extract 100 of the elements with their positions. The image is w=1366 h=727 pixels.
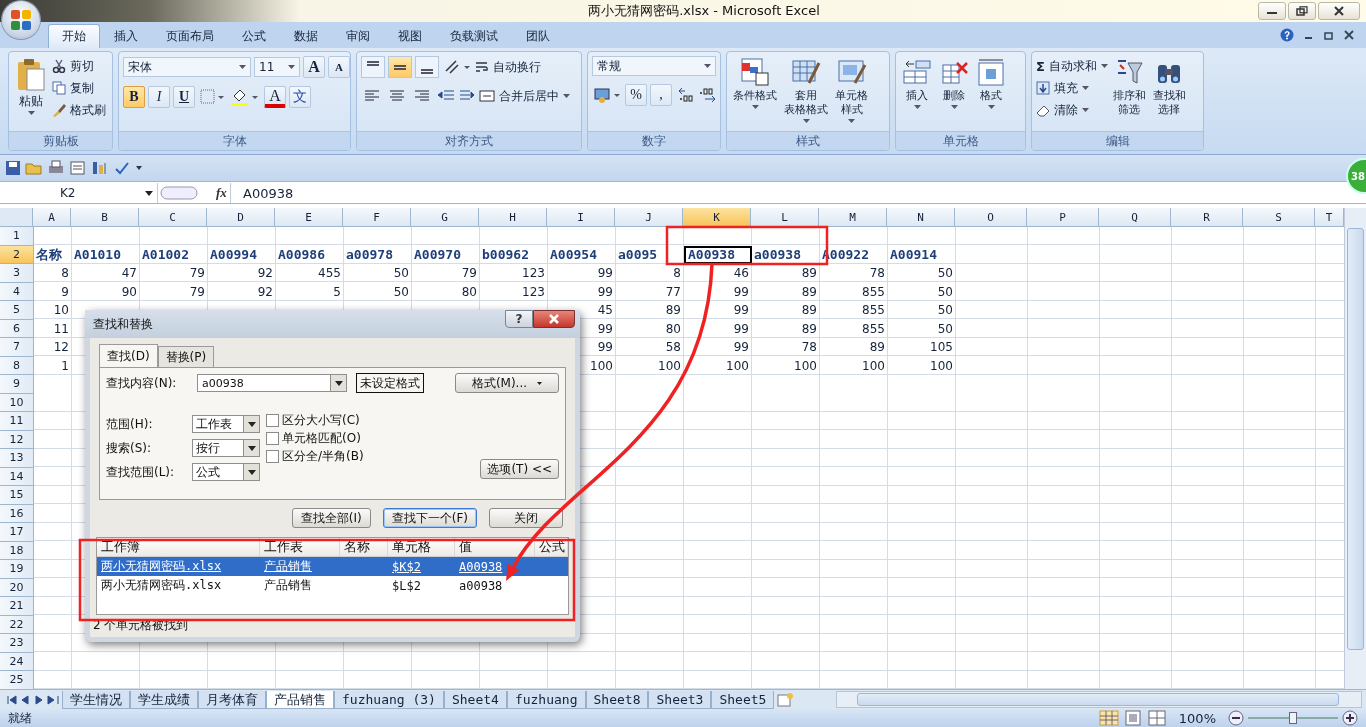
result-row[interactable]: 两小无猜网密码.xlsx 产品销售 $L$2 a00938 (97, 576, 568, 595)
horizontal-scrollbar[interactable] (836, 691, 1362, 708)
align-icon[interactable] (388, 56, 412, 78)
ribbon-tab[interactable]: 开始 (48, 24, 100, 48)
column-header[interactable]: 工作簿 (97, 538, 260, 556)
sheet-tab[interactable]: fuzhuang (3) (334, 690, 444, 709)
row-header[interactable]: 19 (0, 560, 34, 579)
fill-bucket-icon[interactable] (229, 87, 261, 107)
sheet-tab[interactable]: 学生成绩 (130, 690, 198, 709)
scroll-thumb[interactable] (857, 693, 1340, 706)
phonetic-button[interactable]: 文 (289, 86, 311, 108)
font-name-field[interactable]: 宋体 (123, 57, 251, 77)
dialog-button[interactable]: 关闭 (489, 508, 563, 528)
column-header[interactable]: N (887, 208, 955, 227)
column-header[interactable]: 工作表 (260, 538, 340, 556)
slider-thumb[interactable] (1289, 712, 1297, 724)
italic-button[interactable]: I (148, 86, 170, 108)
ribbon-button[interactable]: 插入 (900, 56, 934, 110)
ribbon-tab[interactable]: 公式 (228, 24, 280, 48)
ribbon-tab[interactable]: 数据 (280, 24, 332, 48)
column-header[interactable]: A (33, 208, 71, 227)
bold-button[interactable]: B (123, 86, 145, 108)
clipboard-action[interactable]: 格式刷 (52, 100, 106, 120)
scroll-thumb[interactable] (1347, 228, 1364, 650)
sheet-tab[interactable]: 产品销售 (266, 690, 334, 709)
caret-icon[interactable] (135, 165, 143, 171)
paste-button[interactable]: 粘贴 (13, 56, 49, 117)
page-break-icon[interactable] (1146, 710, 1167, 726)
ribbon-tab[interactable]: 审阅 (332, 24, 384, 48)
column-header[interactable]: J (615, 208, 683, 227)
column-header[interactable]: T (1315, 208, 1344, 227)
align-icon[interactable] (361, 56, 385, 78)
sheet-tab[interactable]: Sheet3 (648, 690, 712, 709)
ribbon-button[interactable]: 排序和 筛选 (1110, 56, 1148, 118)
sheet-tab[interactable]: 月考体育 (198, 690, 266, 709)
column-header[interactable]: D (207, 208, 275, 227)
save-icon[interactable] (5, 160, 21, 176)
editing-action[interactable]: 清除 (1036, 100, 1108, 120)
dropdown-field[interactable]: 工作表 (192, 415, 260, 433)
row-header[interactable]: 1 (0, 227, 34, 246)
dialog-button[interactable]: 查找下一个(F) (382, 508, 477, 528)
font-color-button[interactable]: A (264, 86, 286, 108)
column-header[interactable]: Q (1099, 208, 1171, 227)
merge-center-button[interactable]: 合并后居中 (479, 86, 570, 106)
preview-icon[interactable] (69, 160, 87, 176)
row-header[interactable]: 13 (0, 449, 34, 468)
find-field[interactable]: a00938 (197, 374, 347, 392)
wrap-text-button[interactable]: 自动换行 (475, 57, 541, 77)
column-header[interactable]: E (275, 208, 343, 227)
name-box[interactable]: K2 (0, 183, 158, 203)
row-header[interactable]: 11 (0, 412, 34, 431)
percent-button[interactable]: % (625, 84, 647, 106)
ribbon-button[interactable]: 格式 (974, 56, 1008, 110)
zoom-level[interactable]: 100% (1178, 710, 1216, 726)
expand-handle-icon[interactable] (160, 186, 198, 200)
column-header[interactable]: 单元格 (388, 538, 455, 556)
font-size-field[interactable]: 11 (254, 57, 300, 77)
help-button[interactable]: ? (505, 310, 533, 328)
zoom-slider[interactable] (1248, 711, 1338, 725)
row-header[interactable]: 23 (0, 634, 34, 653)
shrink-font-button[interactable]: A (328, 56, 350, 78)
restore-button[interactable] (1288, 2, 1316, 20)
column-header[interactable]: 名称 (340, 538, 388, 556)
ribbon-button[interactable]: 查找和 选择 (1150, 56, 1188, 118)
office-button[interactable] (2, 1, 40, 39)
clipboard-action[interactable]: 复制 (52, 78, 106, 98)
option-checkbox[interactable]: 区分全/半角(B) (266, 448, 364, 464)
help-icon[interactable] (1280, 28, 1294, 42)
column-header[interactable]: F (343, 208, 411, 227)
column-header[interactable]: O (955, 208, 1027, 227)
option-checkbox[interactable]: 单元格匹配(O) (266, 430, 364, 446)
row-header[interactable]: 5 (0, 301, 34, 320)
column-header[interactable]: H (479, 208, 547, 227)
grow-font-button[interactable]: A (303, 56, 325, 78)
ribbon-tab[interactable]: 插入 (100, 24, 152, 48)
comma-button[interactable]: , (650, 84, 672, 106)
ribbon-tab[interactable]: 团队 (512, 24, 564, 48)
dropdown-field[interactable]: 公式 (192, 463, 260, 481)
dialog-tab[interactable]: 查找(D) (99, 344, 158, 367)
column-header[interactable]: M (819, 208, 887, 227)
dialog-button[interactable]: 查找全部(I) (291, 508, 371, 528)
row-header[interactable]: 3 (0, 264, 34, 283)
close-button[interactable] (533, 310, 575, 328)
result-row[interactable]: 两小无猜网密码.xlsx 产品销售 $K$2 A00938 (97, 557, 568, 576)
ribbon-tab[interactable]: 视图 (384, 24, 436, 48)
zoom-in-icon[interactable] (1342, 710, 1358, 726)
columns-icon[interactable] (91, 160, 109, 176)
vertical-scrollbar[interactable] (1344, 208, 1366, 689)
sheet-tab[interactable]: 学生情况 (62, 690, 130, 709)
restore-icon[interactable] (1324, 30, 1334, 40)
column-header[interactable]: P (1027, 208, 1099, 227)
align-icon[interactable] (415, 56, 439, 78)
editing-action[interactable]: Σ 自动求和 (1036, 56, 1108, 76)
function-button[interactable]: fx (216, 185, 227, 201)
column-header[interactable]: 公式 (535, 538, 568, 556)
sheet-tab[interactable]: Sheet8 (585, 690, 649, 709)
normal-view-icon[interactable] (1098, 710, 1119, 726)
ribbon-button[interactable]: 删除 (937, 56, 971, 110)
ribbon-button[interactable]: 条件格式 (731, 56, 779, 110)
sheet-tab[interactable]: fuzhuang (506, 690, 586, 709)
